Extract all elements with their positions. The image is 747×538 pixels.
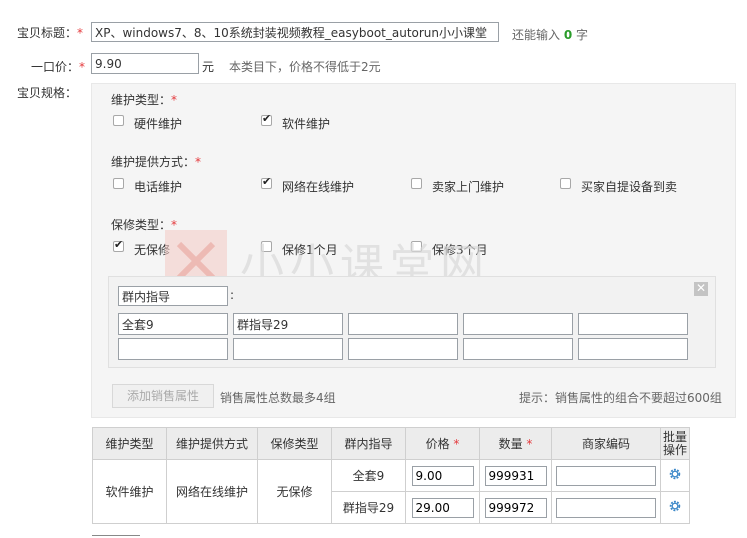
gear-icon[interactable]: [668, 467, 682, 481]
add-attribute-note: 销售属性总数最多4组: [220, 391, 336, 405]
custom-value-input[interactable]: [463, 313, 573, 335]
cell-maintenance-type: 软件维护: [92, 459, 167, 524]
option-label: 卖家上门维护: [432, 180, 505, 194]
option-label: 网络在线维护: [282, 180, 355, 194]
header-maintenance-type: 维护类型: [92, 427, 167, 460]
price-input[interactable]: [91, 53, 199, 74]
group-label-warranty-type: 保修类型：*: [111, 218, 178, 232]
merchant-code-input[interactable]: [556, 465, 656, 486]
option-label: 硬件维护: [134, 117, 183, 131]
cell-guide: 群指导29: [331, 491, 406, 524]
table-row: 软件维护 网络在线维护 无保修 全套9: [92, 459, 690, 524]
checkbox-phone-maintenance[interactable]: [113, 178, 124, 189]
cell-warranty-type: 无保修: [257, 459, 332, 524]
close-icon[interactable]: ✕: [694, 282, 708, 296]
custom-value-input[interactable]: [463, 338, 573, 360]
checkbox-onsite-maintenance[interactable]: [411, 178, 422, 189]
option-label: 保修3个月: [432, 243, 488, 257]
sku-table: 维护类型 维护提供方式 保修类型 群内指导 价格 * 数量 * 商家编码 批量操…: [92, 427, 690, 524]
title-input[interactable]: [91, 22, 499, 42]
header-price: 价格 *: [405, 427, 480, 460]
option-label: 买家自提设备到卖: [581, 180, 678, 194]
price-label: 一口价：*: [31, 60, 86, 74]
custom-attribute-name-input[interactable]: [118, 286, 228, 306]
price-input[interactable]: [411, 497, 474, 518]
custom-value-input[interactable]: [348, 313, 458, 335]
price-unit: 元: [202, 60, 215, 74]
option-label: 保修1个月: [282, 243, 338, 257]
option-label: 软件维护: [282, 117, 331, 131]
quantity-input[interactable]: [484, 497, 547, 518]
title-remaining: 还能输入 0 字: [512, 28, 589, 42]
custom-value-input[interactable]: [118, 313, 228, 335]
cell-batch: [660, 491, 690, 524]
cell-price: [405, 459, 480, 492]
combination-tip: 提示：销售属性的组合不要超过600组: [519, 391, 722, 405]
custom-value-input[interactable]: [233, 338, 343, 360]
cell-batch: [660, 459, 690, 492]
option-label: 电话维护: [134, 180, 183, 194]
spec-label: 宝贝规格：: [17, 86, 78, 100]
header-batch-operation: 批量操作: [660, 427, 690, 460]
cell-quantity: [479, 491, 552, 524]
group-label-maintenance-type: 维护类型：*: [111, 93, 178, 107]
price-input[interactable]: [411, 465, 474, 486]
header-quantity: 数量 *: [479, 427, 552, 460]
custom-value-input[interactable]: [233, 313, 343, 335]
cell-merchant-code: [551, 459, 661, 492]
header-warranty-type: 保修类型: [257, 427, 332, 460]
merchant-code-input[interactable]: [556, 497, 656, 518]
divider: [92, 535, 140, 536]
title-label: 宝贝标题：*: [17, 26, 84, 40]
checkbox-buyer-pickup[interactable]: [560, 178, 571, 189]
custom-value-input[interactable]: [118, 338, 228, 360]
sku-table-header: 维护类型 维护提供方式 保修类型 群内指导 价格 * 数量 * 商家编码 批量操…: [92, 427, 690, 460]
checkbox-software-maintenance[interactable]: [261, 112, 272, 126]
checkbox-no-warranty[interactable]: [113, 238, 124, 252]
header-merchant-code: 商家编码: [551, 427, 661, 460]
price-hint: 本类目下，价格不得低于2元: [229, 60, 381, 74]
checkbox-warranty-1-month[interactable]: [261, 241, 272, 252]
cell-maintenance-method: 网络在线维护: [166, 459, 258, 524]
cell-merchant-code: [551, 491, 661, 524]
checkbox-online-maintenance[interactable]: [261, 175, 272, 189]
quantity-input[interactable]: [484, 465, 547, 486]
gear-icon[interactable]: [668, 499, 682, 513]
custom-value-input[interactable]: [578, 313, 688, 335]
cell-price: [405, 491, 480, 524]
group-label-maintenance-method: 维护提供方式：*: [111, 155, 202, 169]
checkbox-hardware-maintenance[interactable]: [113, 115, 124, 126]
cell-quantity: [479, 459, 552, 492]
add-sales-attribute-button[interactable]: 添加销售属性: [112, 384, 214, 408]
custom-value-input[interactable]: [578, 338, 688, 360]
custom-value-input[interactable]: [348, 338, 458, 360]
header-group-guide: 群内指导: [331, 427, 406, 460]
checkbox-warranty-3-month[interactable]: [411, 241, 422, 252]
custom-attribute-colon: :: [230, 288, 235, 302]
option-label: 无保修: [134, 243, 171, 257]
cell-guide: 全套9: [331, 459, 406, 492]
header-maintenance-method: 维护提供方式: [166, 427, 258, 460]
